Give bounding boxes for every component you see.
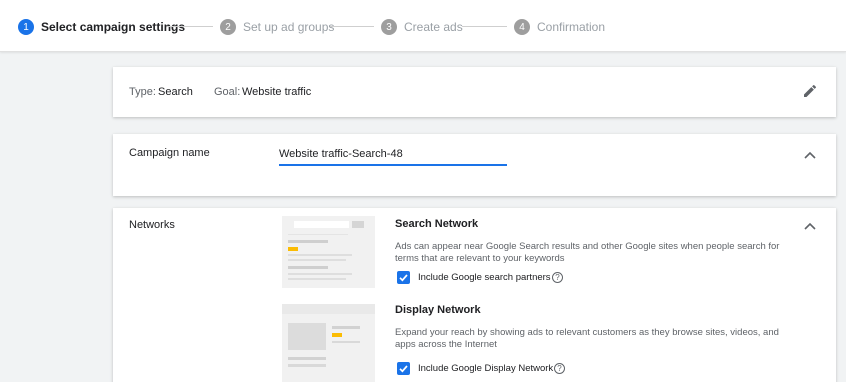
pencil-icon[interactable] (802, 83, 818, 99)
step-connector (167, 26, 213, 27)
step-connector (462, 26, 507, 27)
search-network-description: Ads can appear near Google Search result… (395, 241, 780, 264)
type-value: Search (158, 86, 193, 98)
campaign-name-card: Campaign name (113, 134, 836, 196)
campaign-type-goal-card: Type: Search Goal: Website traffic (113, 67, 836, 117)
search-partners-checkbox[interactable] (397, 271, 410, 284)
campaign-name-input[interactable] (279, 146, 507, 166)
help-icon[interactable]: ? (554, 363, 565, 374)
step-label: Confirmation (537, 20, 606, 34)
search-partners-label: Include Google search partners (418, 272, 551, 283)
search-results-illustration-icon (282, 216, 375, 288)
search-network-title: Search Network (395, 218, 479, 230)
display-site-illustration-icon (282, 304, 375, 382)
networks-card: Networks Search Network Ads can appear n… (113, 208, 836, 382)
step-connector (330, 26, 374, 27)
step-label: Create ads (404, 20, 463, 34)
goal-label: Goal: (214, 86, 241, 98)
step-create-ads[interactable]: 3 Create ads (381, 18, 463, 36)
chevron-up-icon[interactable] (804, 222, 816, 230)
display-network-title: Display Network (395, 304, 481, 316)
search-network-illustration (282, 216, 375, 288)
step-set-up-ad-groups[interactable]: 2 Set up ad groups (220, 18, 334, 36)
step-label: Select campaign settings (41, 20, 186, 34)
checkmark-icon (399, 365, 408, 373)
campaign-name-label: Campaign name (129, 147, 210, 159)
step-confirmation[interactable]: 4 Confirmation (514, 18, 605, 36)
campaign-stepper: 1 Select campaign settings 2 Set up ad g… (0, 0, 846, 52)
step-label: Set up ad groups (243, 20, 335, 34)
display-network-checkbox[interactable] (397, 362, 410, 375)
display-network-illustration (282, 304, 375, 382)
step-number: 1 (18, 19, 34, 35)
type-label: Type: (129, 86, 156, 98)
step-number: 2 (220, 19, 236, 35)
goal-value: Website traffic (242, 86, 312, 98)
step-number: 4 (514, 19, 530, 35)
chevron-up-icon[interactable] (804, 151, 816, 159)
checkmark-icon (399, 274, 408, 282)
networks-label: Networks (129, 219, 175, 231)
help-icon[interactable]: ? (552, 272, 563, 283)
step-select-campaign-settings[interactable]: 1 Select campaign settings (18, 18, 185, 36)
step-number: 3 (381, 19, 397, 35)
display-network-description: Expand your reach by showing ads to rele… (395, 327, 779, 350)
display-network-label: Include Google Display Network (418, 363, 554, 374)
